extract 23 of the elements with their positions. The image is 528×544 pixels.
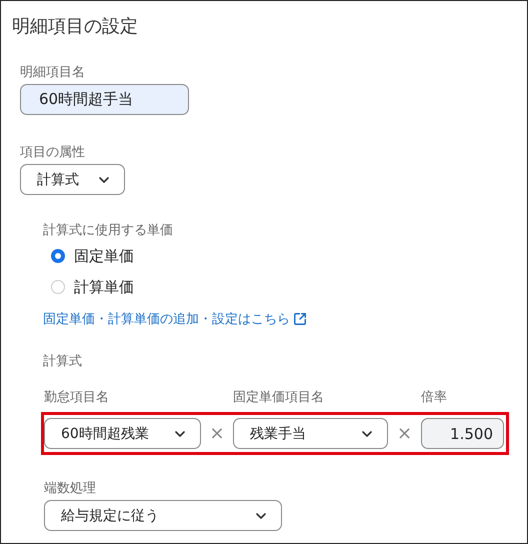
field-label: 端数処理 [44, 481, 97, 497]
dropdown[interactable]: 60時間超残業 [44, 418, 201, 449]
dropdown[interactable]: 残業手当 [233, 418, 388, 449]
radio-label: 固定単価 [74, 246, 134, 266]
radio-button[interactable] [51, 249, 65, 263]
attribute-select[interactable]: 計算式 [20, 164, 125, 195]
column-label: 倍率 [421, 390, 448, 406]
multiply-sign: × [208, 423, 226, 444]
input-field[interactable]: 60時間超手当 [20, 84, 189, 115]
radio-button[interactable] [51, 280, 65, 294]
multiply-sign: × [396, 423, 414, 444]
column-label: 勤怠項目名 [44, 390, 110, 406]
column-label: 固定単価項目名 [233, 390, 325, 406]
rounding-select[interactable]: 給与規定に従う [44, 500, 282, 531]
field-label: 計算式 [43, 354, 83, 370]
field-label: 項目の属性 [20, 145, 86, 161]
page-title: 明細項目の設定 [12, 15, 139, 39]
radio-label: 計算単価 [74, 278, 134, 296]
number-field[interactable]: 1.500 [421, 418, 504, 449]
field-label: 計算式に使用する単価 [43, 223, 174, 239]
field-label: 明細項目名 [20, 65, 86, 81]
external-link-icon [293, 312, 307, 326]
settings-link[interactable]: 固定単価・計算単価の追加・設定はこちら [43, 310, 527, 328]
